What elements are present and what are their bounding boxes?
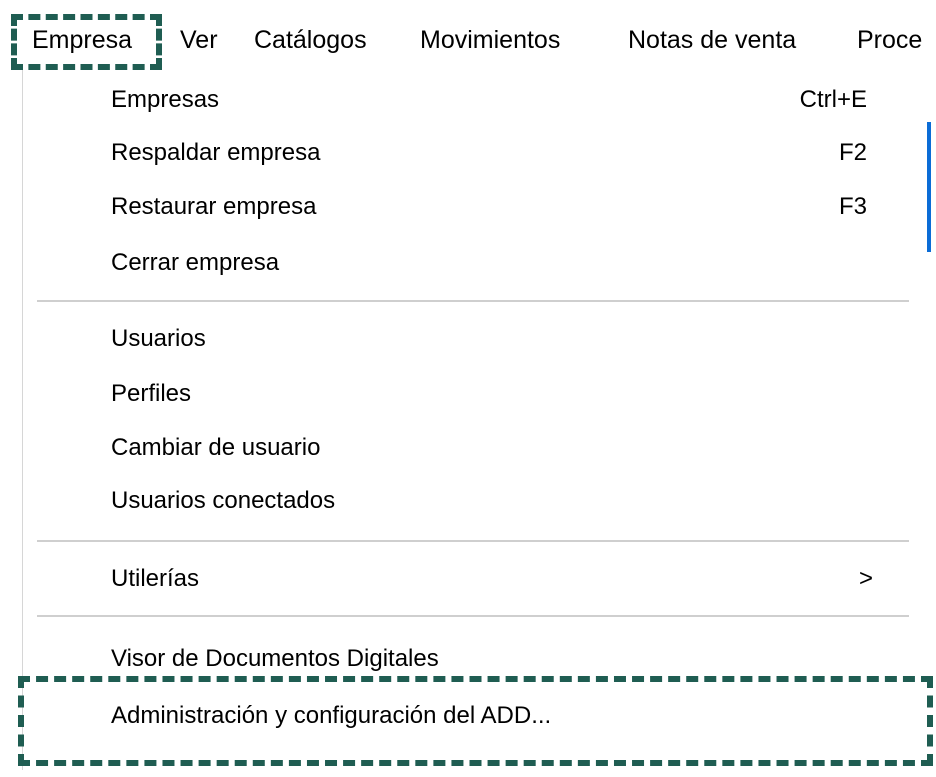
menu-notas-de-venta[interactable]: Notas de venta — [628, 16, 796, 64]
menu-separator — [37, 615, 909, 617]
menu-item-shortcut: Ctrl+E — [799, 86, 867, 113]
menu-procesos[interactable]: Proce — [857, 16, 922, 64]
menu-item-perfiles[interactable]: Perfiles — [23, 369, 903, 419]
menu-item-empresas[interactable]: Empresas Ctrl+E — [23, 75, 903, 125]
menu-ver[interactable]: Ver — [180, 16, 218, 64]
menu-item-label: Perfiles — [111, 380, 192, 407]
menu-item-visor-documentos-digitales[interactable]: Visor de Documentos Digitales — [23, 634, 903, 684]
menu-item-label: Usuarios conectados — [111, 487, 336, 514]
menu-item-label: Cambiar de usuario — [111, 434, 321, 461]
menu-item-label: Visor de Documentos Digitales — [111, 645, 439, 672]
app-window: Empresa Ver Catálogos Movimientos Notas … — [0, 0, 936, 777]
menu-empresa[interactable]: Empresa — [32, 16, 132, 64]
menu-item-label: Usuarios — [111, 325, 206, 352]
menu-item-label: Utilerías — [111, 565, 200, 592]
menu-item-respaldar-empresa[interactable]: Respaldar empresa F2 — [23, 128, 903, 178]
scrollbar-accent — [927, 122, 931, 252]
empresa-dropdown-menu: Empresas Ctrl+E Respaldar empresa F2 Res… — [22, 70, 931, 770]
menu-catalogos[interactable]: Catálogos — [254, 16, 367, 64]
menu-item-label: Empresas — [111, 86, 220, 113]
menu-item-shortcut: F3 — [838, 193, 867, 220]
menu-item-shortcut: F2 — [838, 139, 867, 166]
menu-item-administracion-add[interactable]: Administración y configuración del ADD..… — [23, 691, 903, 741]
menu-item-utilerias[interactable]: Utilerías > — [23, 554, 903, 604]
menu-item-label: Respaldar empresa — [111, 139, 321, 166]
menu-item-usuarios-conectados[interactable]: Usuarios conectados — [23, 476, 903, 526]
menu-separator — [37, 300, 909, 302]
menu-item-usuarios[interactable]: Usuarios — [23, 314, 903, 364]
menu-bar: Empresa Ver Catálogos Movimientos Notas … — [0, 0, 936, 80]
menu-item-cambiar-de-usuario[interactable]: Cambiar de usuario — [23, 423, 903, 473]
menu-item-label: Administración y configuración del ADD..… — [111, 702, 552, 729]
menu-movimientos[interactable]: Movimientos — [420, 16, 560, 64]
menu-item-label: Restaurar empresa — [111, 193, 317, 220]
menu-separator — [37, 540, 909, 542]
menu-item-cerrar-empresa[interactable]: Cerrar empresa — [23, 238, 903, 288]
chevron-right-icon: > — [858, 565, 873, 592]
menu-item-restaurar-empresa[interactable]: Restaurar empresa F3 — [23, 182, 903, 232]
menu-item-label: Cerrar empresa — [111, 249, 280, 276]
